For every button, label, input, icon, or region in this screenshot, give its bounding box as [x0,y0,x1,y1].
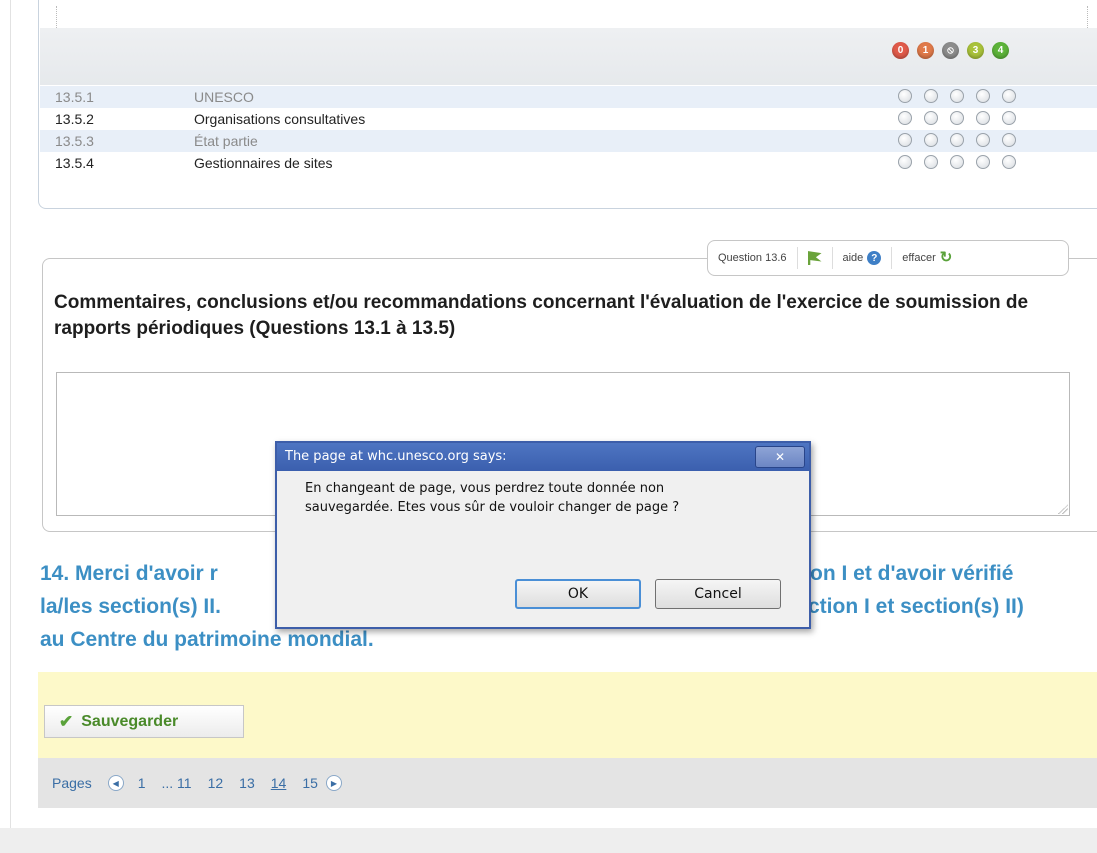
rating-radio[interactable] [924,155,938,169]
row-label: État partie [194,133,258,149]
rating-radio[interactable] [1002,133,1016,147]
checkmark-icon: ✔ [59,711,74,731]
scale-na-icon: ⦸ [942,42,959,59]
dialog-titlebar[interactable]: The page at whc.unesco.org says: ✕ [277,443,809,471]
save-button[interactable]: ✔ Sauvegarder [44,705,244,738]
refresh-icon: ↻ [939,249,953,266]
section-14-line-2-left: la/les section(s) II. [40,595,221,618]
row-number: 13.5.3 [55,133,94,149]
rating-table-top-border [56,6,1088,28]
section-14-line-1-left: 14. Merci d'avoir r [40,562,218,585]
table-row: 13.5.4 Gestionnaires de sites [40,152,1097,174]
clear-button[interactable]: effacer ↻ [892,241,965,275]
pagination: Pages ◀ 1 ... 11 12 13 14 15 ▶ [38,758,1097,808]
rating-radio[interactable] [924,89,938,103]
scale-3-icon: 3 [967,42,984,59]
rating-radio[interactable] [950,133,964,147]
rating-radio[interactable] [976,133,990,147]
dialog-message: En changeant de page, vous perdrez toute… [305,479,775,517]
rating-radio[interactable] [950,89,964,103]
rating-radio[interactable] [976,111,990,125]
rating-radio[interactable] [976,155,990,169]
flag-button[interactable] [798,241,832,275]
row-number: 13.5.1 [55,89,94,105]
section-14-line-1-right: on I et d'avoir vérifié [810,562,1014,585]
pagination-label: Pages [52,775,92,791]
page-link-1[interactable]: 1 [138,775,146,791]
rating-radio[interactable] [1002,111,1016,125]
resize-grip-lines [1058,504,1068,514]
page-link-11[interactable]: ... 11 [162,775,192,791]
rating-radio[interactable] [1002,89,1016,103]
rating-radio-group [898,155,1016,169]
previous-page-icon[interactable]: ◀ [107,775,124,791]
dialog-title: The page at whc.unesco.org says: [285,449,507,464]
ok-button-label: OK [567,586,589,602]
question-toolbar: Question 13.6 aide ? effacer ↻ [707,240,1069,276]
rating-radio-group [898,133,1016,147]
question-title: Commentaires, conclusions et/ou recomman… [54,292,1029,339]
help-icon: ? [867,251,882,265]
dialog-message-line-2: sauvegardée. Etes vous sûr de vouloir ch… [305,500,680,515]
rating-radio[interactable] [976,89,990,103]
table-row: 13.5.1 UNESCO [40,86,1097,108]
scale-1-icon: 1 [917,42,934,59]
row-label: Gestionnaires de sites [194,155,333,171]
rating-rows: 13.5.1 UNESCO 13.5.2 Organisations consu… [40,86,1097,174]
row-label: Organisations consultatives [194,111,366,127]
scale-4-icon: 4 [992,42,1009,59]
dialog-message-line-1: En changeant de page, vous perdrez toute… [305,481,665,496]
save-button-label: Sauvegarder [81,712,179,730]
help-button[interactable]: aide ? [833,241,892,275]
page-bottom-strip [0,828,1097,853]
close-icon[interactable]: ✕ [755,446,805,468]
cancel-button[interactable]: Cancel [655,579,781,609]
flag-icon [807,251,822,265]
rating-radio[interactable] [898,89,912,103]
scale-0-icon: 0 [892,42,909,59]
row-number: 13.5.2 [55,111,94,127]
rating-radio[interactable] [898,133,912,147]
rating-scale-legend: 0 1 ⦸ 3 4 [892,42,1009,59]
cancel-button-label: Cancel [694,586,742,602]
rating-radio[interactable] [924,111,938,125]
clear-label: effacer [902,252,936,264]
rating-radio[interactable] [898,155,912,169]
rating-radio-group [898,111,1016,125]
page-left-border [10,0,11,828]
row-number: 13.5.4 [55,155,94,171]
rating-radio[interactable] [950,155,964,169]
rating-radio-group [898,89,1016,103]
section-14-line-2-right: ction I et section(s) II) [808,595,1024,618]
page-link-15[interactable]: 15 [302,775,318,791]
question-number-label: Question 13.6 [718,252,787,264]
resize-grip-icon[interactable] [1058,504,1068,514]
rating-radio[interactable] [950,111,964,125]
close-glyph: ✕ [774,450,786,464]
next-page-icon[interactable]: ▶ [325,775,342,791]
page-link-13[interactable]: 13 [239,775,255,791]
help-label: aide [842,252,864,264]
ok-button[interactable]: OK [515,579,641,609]
table-row: 13.5.3 État partie [40,130,1097,152]
row-label: UNESCO [194,89,254,105]
rating-radio[interactable] [898,111,912,125]
rating-radio[interactable] [1002,155,1016,169]
table-row: 13.5.2 Organisations consultatives [40,108,1097,130]
page-link-12[interactable]: 12 [208,775,224,791]
confirm-dialog: The page at whc.unesco.org says: ✕ En ch… [275,441,811,629]
page-link-14-current[interactable]: 14 [271,775,287,791]
rating-radio[interactable] [924,133,938,147]
question-number: Question 13.6 [708,241,797,275]
